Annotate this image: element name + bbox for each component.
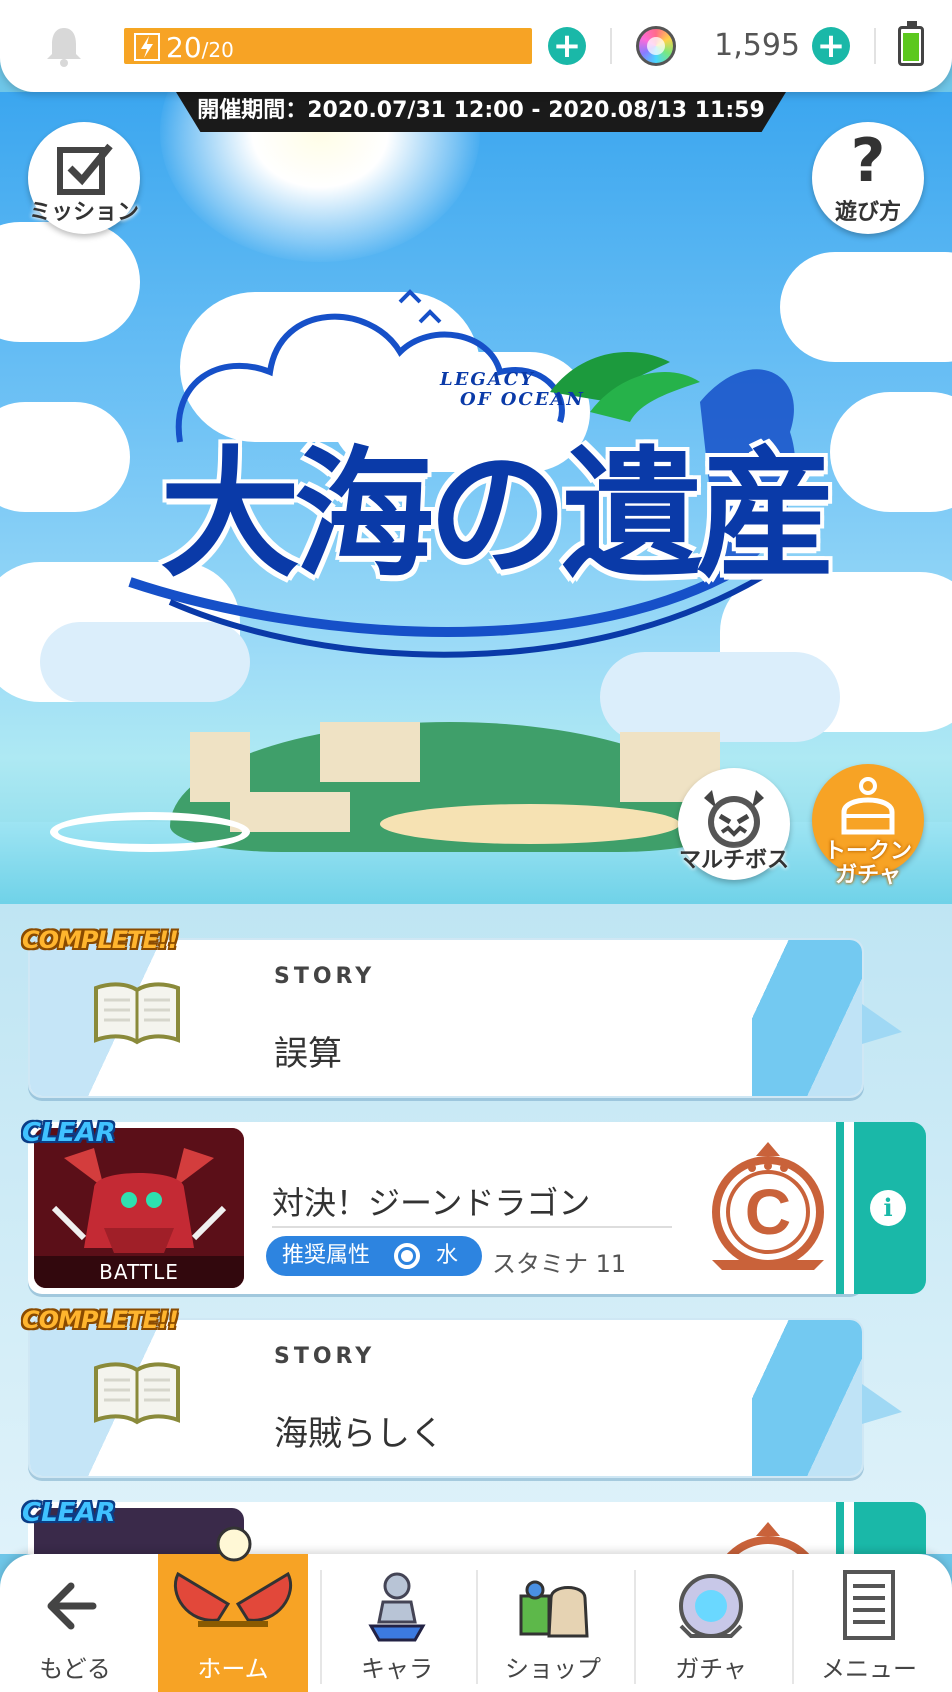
nav-shop-label: ショップ <box>505 1655 601 1683</box>
bubble-tail <box>862 1004 902 1044</box>
token-gacha-label: トークン ガチャ <box>823 839 912 888</box>
rank-letter: C <box>745 1176 791 1248</box>
recommended-attribute: 推奨属性 水 <box>266 1236 482 1276</box>
divider <box>610 28 612 64</box>
nav-gacha[interactable]: ガチャ <box>636 1554 786 1692</box>
logo-title: 大海の遺産 <box>160 433 836 597</box>
nav-menu[interactable]: メニュー <box>794 1554 944 1692</box>
add-gems-button[interactable]: + <box>812 27 850 65</box>
stamina-text: 20/20 <box>166 31 234 64</box>
how-to-play-label: 遊び方 <box>834 200 901 225</box>
question-icon: ? <box>850 126 886 196</box>
bottom-nav: もどる ホーム キャラ ショップ ガチャ メニュー <box>0 1526 952 1692</box>
info-icon: i <box>870 1190 906 1226</box>
story-title: 海賊らしく <box>274 1414 444 1454</box>
battery-icon <box>898 21 924 66</box>
quest-card-battle[interactable]: BATTLE 対決！ジーンドラゴン 推奨属性 水 スタミナ 11 C <box>28 1122 864 1294</box>
menu-list-icon <box>843 1570 895 1640</box>
nav-chara-label: キャラ <box>361 1655 433 1683</box>
mission-label: ミッション <box>28 200 139 225</box>
character-icon <box>368 1572 426 1642</box>
story-type-label: STORY <box>274 1344 376 1369</box>
gacha-orb-icon <box>679 1574 743 1638</box>
lightning-icon <box>134 33 160 61</box>
rank-c-badge: C <box>712 1142 824 1270</box>
beach <box>380 804 680 844</box>
quest-info-button[interactable]: i <box>836 1122 926 1294</box>
quest-info-button[interactable] <box>836 1502 926 1554</box>
gem-count: 1,595 <box>714 28 800 63</box>
dragon-boss-image: BATTLE <box>34 1128 244 1288</box>
boat-wake <box>50 812 250 852</box>
event-logo: LEGACY OF OCEAN 大海の遺産 <box>110 262 840 712</box>
nav-gacha-label: ガチャ <box>675 1655 747 1683</box>
story-type-label: STORY <box>274 964 376 989</box>
add-stamina-button[interactable]: + <box>548 27 586 65</box>
quest-list: COMPLETE!! STORY 誤算 CLEAR BATTLE 対決！ジーンド… <box>0 904 952 1554</box>
complete-badge: COMPLETE!! <box>22 926 179 954</box>
event-banner: 開催期間：2020.07/31 12:00 - 2020.08/13 11:59… <box>0 92 952 904</box>
nav-back[interactable]: もどる <box>0 1554 150 1692</box>
battle-image-label: BATTLE <box>34 1256 244 1288</box>
arrow-left-icon <box>47 1582 97 1630</box>
event-period: 開催期間：2020.07/31 12:00 - 2020.08/13 11:59 <box>176 92 786 132</box>
stamina-cost: スタミナ 11 <box>492 1250 627 1278</box>
nav-shop[interactable]: ショップ <box>478 1554 628 1692</box>
battle-title: 対決！ジーンドラゴン <box>272 1184 591 1222</box>
clear-badge: CLEAR <box>22 1498 116 1528</box>
nav-back-label: もどる <box>39 1655 111 1683</box>
complete-badge: COMPLETE!! <box>22 1306 179 1334</box>
nav-home[interactable]: ホーム <box>158 1526 308 1692</box>
shop-bag-icon <box>519 1580 589 1638</box>
bell-icon[interactable] <box>44 24 84 68</box>
stamina-bar: 20/20 <box>124 28 532 64</box>
home-crab-icon <box>173 1526 293 1627</box>
quest-card-battle[interactable] <box>28 1502 864 1554</box>
quest-card-story[interactable]: STORY 海賊らしく <box>28 1318 864 1478</box>
divider <box>874 28 876 64</box>
water-attribute-icon <box>394 1243 420 1269</box>
story-title: 誤算 <box>274 1034 342 1074</box>
clear-badge: CLEAR <box>22 1118 116 1148</box>
divider <box>272 1226 672 1228</box>
book-icon <box>94 982 180 1045</box>
nav-home-label: ホーム <box>197 1655 269 1683</box>
nav-chara[interactable]: キャラ <box>322 1554 472 1692</box>
rank-badge <box>726 1522 810 1554</box>
book-icon <box>94 1362 180 1425</box>
bubble-tail <box>862 1384 902 1424</box>
top-status-bar: 20/20 + 1,595 + <box>0 0 952 92</box>
gem-icon <box>636 26 676 66</box>
checkbox-icon <box>57 143 113 195</box>
quest-card-story[interactable]: STORY 誤算 <box>28 938 864 1098</box>
nav-menu-label: メニュー <box>821 1655 917 1683</box>
